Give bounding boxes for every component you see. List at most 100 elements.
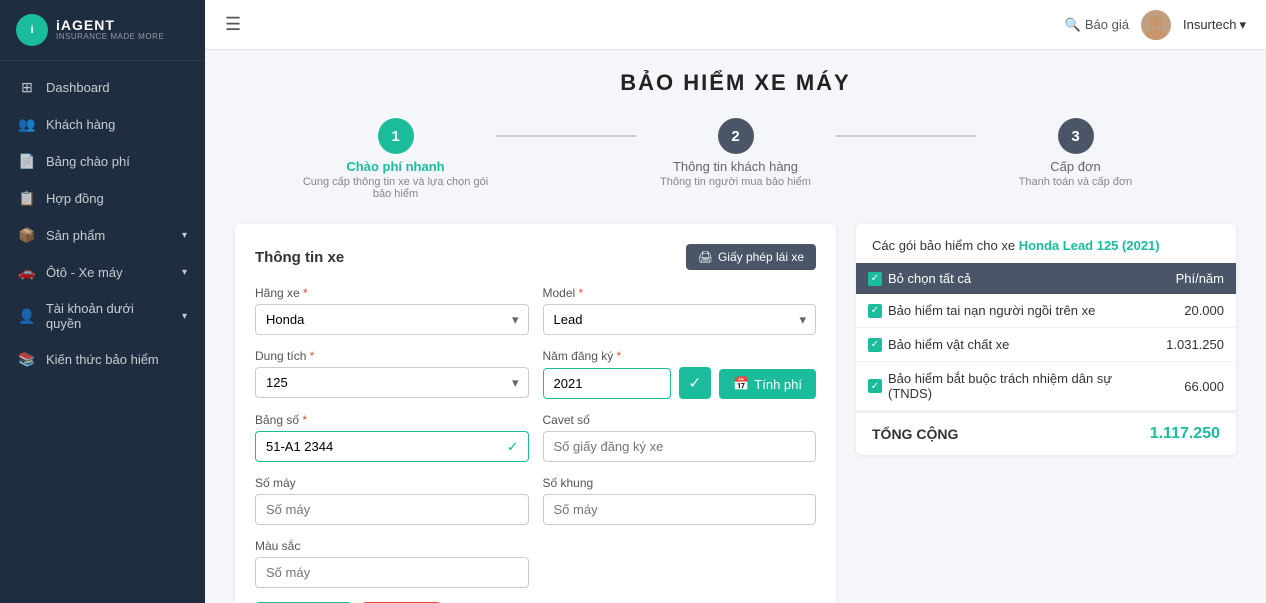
hang-xe-select-wrapper: Honda [255,304,529,335]
validate-button[interactable]: ✓ [679,367,712,399]
sidebar-item-bang-chao-phi[interactable]: 📄 Bảng chào phí [0,143,205,180]
insurance-table: Bỏ chọn tất cả Phí/năm Bảo hiểm tai nạn … [856,263,1236,411]
group-so-khung: Số khung [543,476,817,525]
row-so-may-khung: Số máy Số khung [255,476,816,525]
sidebar-nav: ⊞ Dashboard 👥 Khách hàng 📄 Bảng chào phí… [0,61,205,603]
product-icon: 📦 [18,227,36,244]
sidebar-item-hop-dong[interactable]: 📋 Hợp đồng [0,180,205,217]
total-value: 1.117.250 [1150,425,1220,443]
calculator-icon: 📅 [733,376,749,392]
sidebar-item-label: Sản phẩm [46,228,105,243]
select-all-checkbox[interactable] [868,272,882,286]
topbar-left: ☰ [225,14,241,35]
step-line-1 [496,135,636,137]
document-icon: 📄 [18,153,36,170]
sidebar-item-khach-hang[interactable]: 👥 Khách hàng [0,106,205,143]
mau-sac-input[interactable] [255,557,529,588]
so-khung-input[interactable] [543,494,817,525]
table-row: Bảo hiểm bắt buộc trách nhiệm dân sự (TN… [856,362,1236,411]
model-label: Model * [543,286,817,300]
sidebar-item-label: Kiến thức bảo hiểm [46,352,159,367]
step-sub-2: Thông tin người mua bảo hiểm [660,176,811,188]
step-circle-2: 2 [718,118,754,154]
dung-tich-select-wrapper: 125 [255,367,529,398]
year-row: ✓ 📅 Tính phí [543,367,817,399]
so-may-input[interactable] [255,494,529,525]
mau-sac-label: Màu sắc [255,539,529,553]
insurance-panel: Các gói bảo hiểm cho xe Honda Lead 125 (… [856,224,1236,455]
topbar: ☰ 🔍 Báo giá Insurtech ▾ [205,0,1266,50]
group-so-may: Số máy [255,476,529,525]
sidebar-item-tai-khoan[interactable]: 👤 Tài khoản dưới quyền ▾ [0,291,205,341]
sidebar-item-label: Dashboard [46,80,110,95]
step-1: 1 Chào phí nhanh Cung cấp thông tin xe v… [296,118,496,200]
license-button[interactable]: 🖨 Giấy phép lái xe [686,244,816,270]
contract-icon: 📋 [18,190,36,207]
step-label-3: Cấp đơn [1050,159,1100,174]
chevron-down-icon: ▾ [182,311,187,322]
total-label: TỔNG CỘNG [872,426,958,442]
bang-so-input[interactable] [255,431,529,462]
package-1-checkbox[interactable] [868,304,882,318]
hang-xe-label: Hãng xe * [255,286,529,300]
step-sub-3: Thanh toán và cấp đơn [1019,176,1133,188]
avatar [1141,10,1171,40]
so-khung-label: Số khung [543,476,817,490]
group-model: Model * Lead [543,286,817,335]
row-dung-tich-nam: Dung tích * 125 Năm đăng ký * [255,349,816,399]
model-select-wrapper: Lead [543,304,817,335]
sidebar-item-san-pham[interactable]: 📦 Sản phẩm ▾ [0,217,205,254]
step-line-2 [836,135,976,137]
car-icon: 🚗 [18,264,36,281]
step-sub-1: Cung cấp thông tin xe và lựa chọn gói bả… [296,176,496,200]
chevron-down-icon: ▾ [182,230,187,241]
search-button[interactable]: 🔍 Báo giá [1065,17,1129,33]
table-header: Bỏ chọn tất cả Phí/năm [856,263,1236,294]
bao-gia-label: Báo giá [1085,17,1129,32]
step-circle-3: 3 [1058,118,1094,154]
select-all-row[interactable]: Bỏ chọn tất cả [868,271,1142,286]
sidebar-logo: i iAGENT INSURANCE MADE MORE [0,0,205,61]
sidebar-item-label: Khách hàng [46,117,115,132]
model-select[interactable]: Lead [543,304,817,335]
nam-dang-ky-input[interactable] [543,368,671,399]
content: BẢO HIỂM XE MÁY 1 Chào phí nhanh Cung cấ… [205,50,1266,603]
sidebar-item-kien-thuc[interactable]: 📚 Kiến thức bảo hiểm [0,341,205,378]
hang-xe-select[interactable]: Honda [255,304,529,335]
row-mau-sac: Màu sắc [255,539,816,588]
year-input-wrap [543,368,671,399]
insurance-title: Các gói bảo hiểm cho xe Honda Lead 125 (… [856,224,1236,263]
topbar-right: 🔍 Báo giá Insurtech ▾ [1065,10,1246,40]
package-3-checkbox[interactable] [868,379,882,393]
hamburger-icon[interactable]: ☰ [225,14,241,35]
tinh-phi-button[interactable]: 📅 Tính phí [719,369,816,399]
sidebar-item-oto-xe-may[interactable]: 🚗 Ôtô - Xe máy ▾ [0,254,205,291]
group-hang-xe: Hãng xe * Honda [255,286,529,335]
spacer [543,539,817,588]
cavet-input[interactable] [543,431,817,462]
package-1-price: 20.000 [1154,294,1236,328]
dung-tich-select[interactable]: 125 [255,367,529,398]
knowledge-icon: 📚 [18,351,36,368]
bang-so-label: Bảng số * [255,413,529,427]
sidebar-item-label: Bảng chào phí [46,154,130,169]
user-menu[interactable]: Insurtech ▾ [1183,17,1246,33]
search-icon: 🔍 [1065,17,1081,33]
user-icon: 👤 [18,308,36,325]
panel-title: Thông tin xe [255,249,344,266]
sidebar-item-label: Tài khoản dưới quyền [46,301,172,331]
package-3-row: Bảo hiểm bắt buộc trách nhiệm dân sự (TN… [868,371,1142,401]
group-mau-sac: Màu sắc [255,539,529,588]
group-nam-dang-ky: Năm đăng ký * ✓ 📅 Tính phí [543,349,817,399]
row-bang-so-cavet: Bảng số * ✓ Cavet số [255,413,816,462]
steps-indicator: 1 Chào phí nhanh Cung cấp thông tin xe v… [235,118,1236,200]
package-2-checkbox[interactable] [868,338,882,352]
printer-icon: 🖨 [698,250,713,264]
sidebar-item-dashboard[interactable]: ⊞ Dashboard [0,69,205,106]
vehicle-form-panel: Thông tin xe 🖨 Giấy phép lái xe Hãng xe … [235,224,836,603]
group-bang-so: Bảng số * ✓ [255,413,529,462]
logo-title: iAGENT [56,18,164,33]
page-title: BẢO HIỂM XE MÁY [235,70,1236,96]
chevron-down-icon: ▾ [1239,17,1246,33]
check-icon: ✓ [507,438,519,455]
